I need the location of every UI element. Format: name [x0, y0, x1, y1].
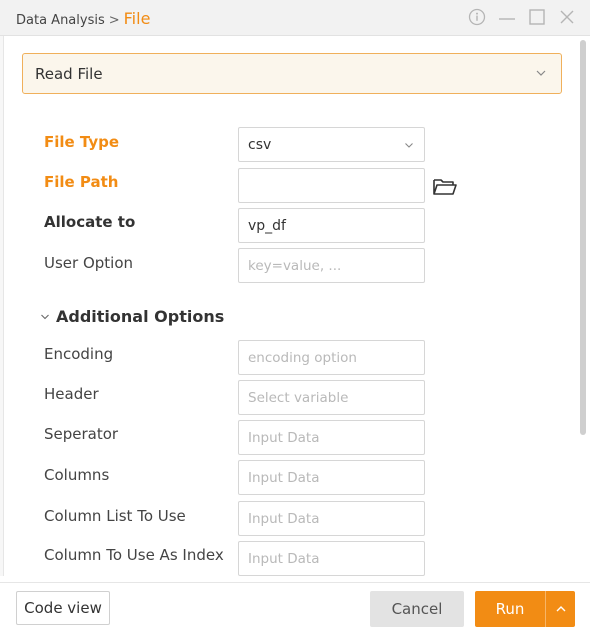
- additional-options-title: Additional Options: [56, 307, 225, 326]
- user-option-input[interactable]: key=value, ...: [238, 248, 425, 283]
- header-label: Header: [44, 385, 99, 403]
- allocate-to-label: Allocate to: [44, 213, 136, 231]
- cancel-button[interactable]: Cancel: [370, 591, 464, 627]
- title-bar: Data Analysis > File: [0, 0, 590, 36]
- separator-label: Seperator: [44, 425, 119, 443]
- file-path-input[interactable]: [238, 168, 425, 203]
- encoding-input[interactable]: encoding option: [238, 340, 425, 375]
- chevron-down-icon: [41, 314, 49, 319]
- maximize-icon[interactable]: [528, 6, 546, 28]
- window-controls: [468, 6, 576, 28]
- column-list-label: Column List To Use: [44, 507, 186, 525]
- file-type-select[interactable]: csv: [238, 127, 425, 162]
- column-list-input[interactable]: Input Data: [238, 501, 425, 536]
- columns-input[interactable]: Input Data: [238, 460, 425, 495]
- vertical-scrollbar[interactable]: [580, 40, 586, 580]
- run-options-button[interactable]: [545, 591, 575, 627]
- minimize-icon[interactable]: [498, 6, 516, 28]
- file-type-label: File Type: [44, 133, 120, 151]
- run-button[interactable]: Run: [475, 591, 545, 627]
- read-mode-select[interactable]: Read File: [22, 53, 562, 94]
- folder-open-icon[interactable]: [431, 174, 459, 198]
- allocate-to-input[interactable]: vp_df: [238, 208, 425, 243]
- code-view-button[interactable]: Code view: [16, 591, 110, 625]
- breadcrumb-separator: >: [108, 13, 120, 28]
- breadcrumb-current: File: [123, 9, 151, 28]
- close-icon[interactable]: [558, 6, 576, 28]
- file-type-value: csv: [248, 136, 272, 153]
- file-path-label: File Path: [44, 173, 119, 191]
- dialog-footer: Code view Cancel Run: [0, 582, 590, 630]
- header-input[interactable]: Select variable: [238, 380, 425, 415]
- chevron-up-icon: [556, 606, 565, 612]
- file-dialog: Data Analysis > File Read File File Type c…: [0, 0, 590, 630]
- breadcrumb: Data Analysis > File: [16, 9, 150, 28]
- separator-input[interactable]: Input Data: [238, 420, 425, 455]
- left-edge-divider: [0, 36, 4, 576]
- breadcrumb-parent: Data Analysis: [16, 13, 105, 28]
- columns-label: Columns: [44, 466, 110, 484]
- chevron-down-icon: [536, 70, 546, 76]
- additional-options-toggle[interactable]: Additional Options: [40, 307, 224, 326]
- read-mode-selected-value: Read File: [35, 65, 103, 83]
- user-option-label: User Option: [44, 254, 134, 272]
- info-icon[interactable]: [468, 6, 486, 28]
- chevron-down-icon: [405, 142, 413, 148]
- encoding-label: Encoding: [44, 345, 114, 363]
- index-column-input[interactable]: Input Data: [238, 541, 425, 576]
- index-column-label: Column To Use As Index: [44, 546, 224, 564]
- scrollbar-thumb[interactable]: [580, 40, 586, 435]
